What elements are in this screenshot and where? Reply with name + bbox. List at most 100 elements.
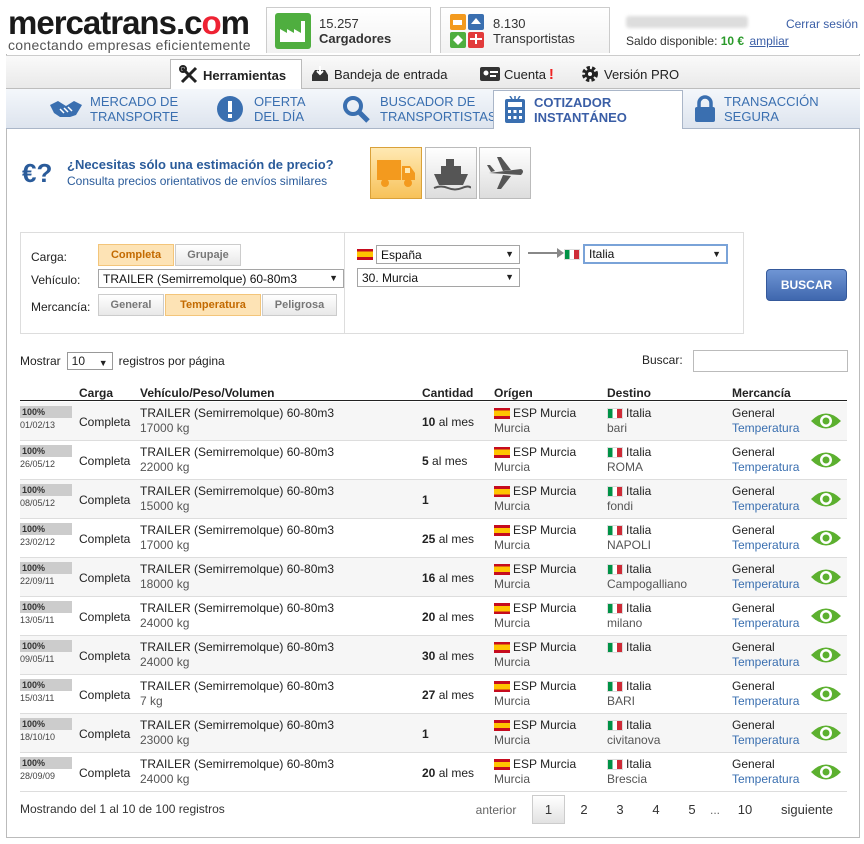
subnav-cotizador[interactable]: COTIZADOR INSTANTÁNEO [493, 90, 683, 129]
cantidad-unit: al mes [438, 532, 475, 546]
table-row[interactable]: 100% 09/05/11 Completa TRAILER (Semirremolq… [20, 636, 847, 675]
subnav-oferta-l1: OFERTA [254, 94, 306, 109]
tab-bandeja[interactable]: Bandeja de entrada [310, 60, 447, 88]
cell-mercancia-tipo: Temperatura [732, 499, 800, 513]
pagination-page-4[interactable]: 4 [641, 795, 671, 824]
cell-cantidad: 25 al mes [422, 532, 474, 546]
origin-country-select[interactable]: España ▼ [376, 245, 520, 264]
cell-carga: Completa [79, 649, 131, 663]
table-row[interactable]: 100% 23/02/12 Completa TRAILER (Semirremolq… [20, 519, 847, 558]
cantidad-unit: al mes [438, 688, 475, 702]
pagination-page-5[interactable]: 5 [677, 795, 707, 824]
transportistas-stat[interactable]: 8.130 Transportistas [440, 7, 610, 53]
cell-destino-city: BARI [607, 694, 636, 708]
th-cantidad[interactable]: Cantidad [422, 386, 473, 400]
page-length-select[interactable]: 10 ▼ [66, 352, 113, 370]
flag-spain-icon [494, 681, 510, 693]
ampliar-link[interactable]: ampliar [749, 34, 788, 48]
th-carga[interactable]: Carga [79, 386, 113, 400]
logo-wordmark: mercatrans.com [8, 4, 250, 41]
th-origen[interactable]: Orígen [494, 386, 533, 400]
cantidad-number: 16 [422, 571, 436, 585]
dest-country-select[interactable]: Italia ▼ [583, 244, 728, 264]
subnav-mercado[interactable]: MERCADO DE TRANSPORTE [48, 91, 179, 127]
table-row[interactable]: 100% 28/09/09 Completa TRAILER (Semirremolq… [20, 753, 847, 792]
destino-text: Italia [626, 640, 652, 654]
cell-vehiculo: TRAILER (Semirremolque) 60-80m3 [140, 640, 335, 654]
origen-text: ESP Murcia [513, 523, 577, 537]
tab-cuenta[interactable]: Cuenta ! [480, 60, 554, 88]
cell-destino-city: milano [607, 616, 643, 630]
pagination-page-3[interactable]: 3 [605, 795, 635, 824]
mode-ship-button[interactable] [425, 147, 477, 199]
table-row[interactable]: 100% 22/09/11 Completa TRAILER (Semirremolq… [20, 558, 847, 597]
carga-completa-toggle[interactable]: Completa [98, 244, 174, 266]
subnav-transaccion[interactable]: TRANSACCIÓN SEGURA [692, 91, 819, 127]
mode-plane-button[interactable] [479, 147, 531, 199]
th-vehiculo[interactable]: Vehículo/Peso/Volumen [140, 386, 274, 400]
flag-spain-icon [494, 525, 510, 537]
logout-link[interactable]: Cerrar sesión [786, 17, 858, 31]
cantidad-unit: al mes [438, 610, 475, 624]
eye-icon[interactable] [810, 683, 842, 705]
table-row[interactable]: 100% 15/03/11 Completa TRAILER (Semirremolq… [20, 675, 847, 714]
mode-truck-button[interactable] [370, 147, 422, 199]
mercancia-temperatura-toggle[interactable]: Temperatura [165, 294, 261, 316]
subnav-oferta[interactable]: OFERTA DEL DÍA [212, 91, 306, 127]
pagination-next[interactable]: siguiente [774, 795, 840, 824]
cargadores-stat[interactable]: 15.257 Cargadores [266, 7, 431, 53]
cell-peso: 24000 kg [140, 655, 190, 669]
table-info: Mostrando del 1 al 10 de 100 registros [20, 802, 225, 816]
table-row[interactable]: 100% 18/10/10 Completa TRAILER (Semirremolq… [20, 714, 847, 753]
eye-icon[interactable] [810, 449, 842, 471]
table-row[interactable]: 100% 13/05/11 Completa TRAILER (Semirremolq… [20, 597, 847, 636]
table-row[interactable]: 100% 26/05/12 Completa TRAILER (Semirremolq… [20, 441, 847, 480]
cell-cantidad: 30 al mes [422, 649, 474, 663]
flag-spain-icon [494, 603, 510, 615]
subnav-buscador[interactable]: BUSCADOR DE TRANSPORTISTAS [338, 91, 497, 127]
eye-icon[interactable] [810, 566, 842, 588]
pagination-page-10[interactable]: 10 [730, 795, 760, 824]
pagination-page-1[interactable]: 1 [532, 795, 565, 824]
vehiculo-select[interactable]: TRAILER (Semirremolque) 60-80m3 ▼ [98, 269, 344, 288]
destino-text: Italia [626, 679, 652, 693]
cell-vehiculo: TRAILER (Semirremolque) 60-80m3 [140, 601, 335, 615]
cell-mercancia: General [732, 484, 775, 498]
page-length-value: 10 [71, 354, 86, 368]
origin-region-select[interactable]: 30. Murcia ▼ [357, 268, 520, 287]
carga-label: Carga: [31, 250, 68, 264]
flag-italy-icon [607, 525, 623, 537]
th-mercancia[interactable]: Mercancía [732, 386, 791, 400]
tab-herramientas[interactable]: Herramientas [170, 59, 302, 90]
table-row[interactable]: 100% 01/02/13 Completa TRAILER (Semirremolq… [20, 402, 847, 441]
cell-origen-city: Murcia [494, 577, 531, 591]
table-search-input[interactable] [693, 350, 848, 372]
destino-text: Italia [626, 757, 652, 771]
eye-icon[interactable] [810, 644, 842, 666]
destino-text: Italia [626, 562, 652, 576]
tab-version-pro[interactable]: Versión PRO [580, 60, 679, 88]
carga-grupaje-toggle[interactable]: Grupaje [175, 244, 241, 266]
mercancia-general-toggle[interactable]: General [98, 294, 164, 316]
buscar-button[interactable]: BUSCAR [766, 269, 847, 301]
user-email-redacted [626, 16, 748, 28]
eye-icon[interactable] [810, 605, 842, 627]
cell-destino-city: ROMA [607, 460, 643, 474]
eye-icon[interactable] [810, 722, 842, 744]
eye-icon[interactable] [810, 527, 842, 549]
table-row[interactable]: 100% 08/05/12 Completa TRAILER (Semirremolq… [20, 480, 847, 519]
calculator-icon [502, 95, 528, 125]
cell-peso: 23000 kg [140, 733, 190, 747]
cell-peso: 7 kg [140, 694, 163, 708]
eye-icon[interactable] [810, 488, 842, 510]
th-destino[interactable]: Destino [607, 386, 651, 400]
eye-icon[interactable] [810, 761, 842, 783]
logo[interactable]: mercatrans.com conectando empresas efici… [8, 6, 260, 54]
pagination-page-2[interactable]: 2 [569, 795, 599, 824]
pagination-prev[interactable]: anterior [468, 795, 524, 824]
flag-spain-icon [494, 486, 510, 498]
cell-origen: ESP Murcia [494, 679, 576, 693]
cell-mercancia-tipo: Temperatura [732, 538, 800, 552]
mercancia-peligrosa-toggle[interactable]: Peligrosa [262, 294, 337, 316]
eye-icon[interactable] [810, 410, 842, 432]
